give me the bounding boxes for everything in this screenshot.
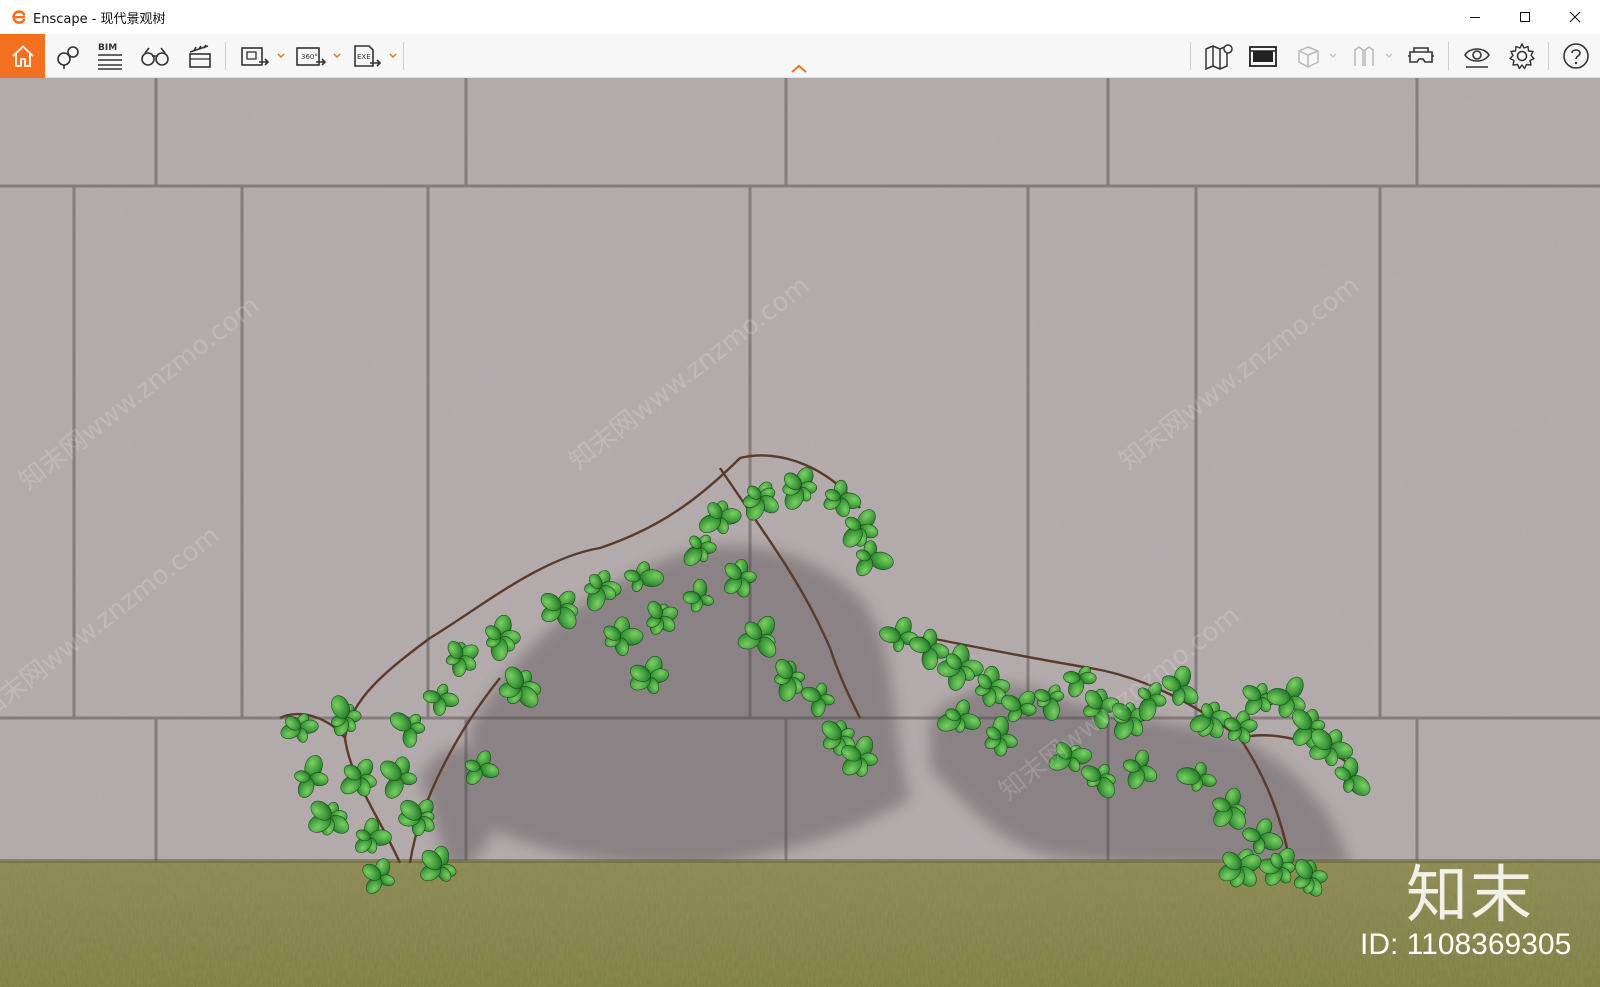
toolbar: BIM 360° EXE bbox=[0, 34, 1600, 78]
video-editor-button[interactable] bbox=[184, 34, 216, 78]
map-button[interactable] bbox=[1202, 34, 1236, 78]
home-icon bbox=[11, 45, 34, 67]
watermark-logo: 知末 bbox=[1406, 858, 1535, 931]
leaf bbox=[639, 569, 664, 587]
asset-library-button[interactable] bbox=[52, 34, 84, 78]
enscape-logo-icon bbox=[9, 7, 29, 27]
exe-export-button[interactable]: EXE bbox=[350, 34, 384, 78]
render-window-button[interactable] bbox=[1246, 34, 1280, 78]
bim-label: BIM bbox=[98, 43, 117, 53]
bim-icon: BIM bbox=[98, 43, 122, 70]
chevron-down-icon[interactable] bbox=[332, 52, 342, 60]
chevron-down-icon[interactable] bbox=[388, 52, 398, 60]
chevron-down-icon[interactable] bbox=[1384, 52, 1394, 60]
title-bar: Enscape - 现代景观树 bbox=[0, 0, 1600, 34]
views-button[interactable] bbox=[139, 34, 171, 78]
toolbar-divider bbox=[403, 42, 404, 70]
window-title: Enscape - 现代景观树 bbox=[33, 11, 166, 27]
chevron-down-icon[interactable] bbox=[276, 52, 286, 60]
sections-icon bbox=[1354, 46, 1374, 66]
panorama-label: 360° bbox=[301, 53, 318, 61]
exe-export-icon: EXE bbox=[354, 45, 382, 67]
help-button[interactable] bbox=[1560, 34, 1592, 78]
maximize-icon bbox=[1520, 12, 1530, 22]
vr-headset-icon bbox=[1408, 47, 1434, 63]
settings-gear-icon bbox=[1509, 43, 1535, 70]
rendered-scene bbox=[0, 78, 1600, 987]
help-icon bbox=[1563, 43, 1589, 69]
minimize-button[interactable] bbox=[1450, 0, 1500, 34]
panorama-360-export-icon: 360° bbox=[296, 47, 327, 66]
collapse-toolbar-chevron-icon[interactable] bbox=[790, 64, 808, 74]
visual-settings-eye-icon bbox=[1464, 48, 1490, 68]
binoculars-icon bbox=[141, 47, 169, 66]
panorama-export-button[interactable]: 360° bbox=[293, 34, 329, 78]
close-icon bbox=[1569, 11, 1581, 23]
screenshot-export-button[interactable] bbox=[238, 34, 272, 78]
toolbar-divider bbox=[1448, 42, 1449, 70]
chevron-down-icon[interactable] bbox=[1328, 52, 1338, 60]
screenshot-export-icon bbox=[241, 47, 270, 66]
cube-icon bbox=[1298, 46, 1319, 68]
close-button[interactable] bbox=[1550, 0, 1600, 34]
toolbar-divider bbox=[225, 42, 226, 70]
cube-view-button[interactable] bbox=[1292, 34, 1324, 78]
render-window-icon bbox=[1249, 46, 1277, 67]
maximize-button[interactable] bbox=[1500, 0, 1550, 34]
bim-button[interactable]: BIM bbox=[95, 34, 127, 78]
map-icon bbox=[1205, 44, 1233, 71]
settings-button[interactable] bbox=[1506, 34, 1538, 78]
asset-library-icon bbox=[57, 46, 79, 69]
home-button[interactable] bbox=[0, 34, 45, 78]
visual-settings-button[interactable] bbox=[1460, 34, 1494, 78]
watermark-id: ID: 1108369305 bbox=[1360, 928, 1572, 961]
exe-label: EXE bbox=[357, 53, 371, 61]
render-viewport[interactable]: 知末网www.znzmo.com 知末网www.znzmo.com 知末网www… bbox=[0, 78, 1600, 987]
toolbar-divider bbox=[1548, 42, 1549, 70]
vr-headset-button[interactable] bbox=[1404, 34, 1438, 78]
sections-button[interactable] bbox=[1348, 34, 1380, 78]
minimize-icon bbox=[1470, 17, 1480, 18]
video-editor-icon bbox=[189, 44, 211, 68]
toolbar-divider bbox=[1190, 42, 1191, 70]
